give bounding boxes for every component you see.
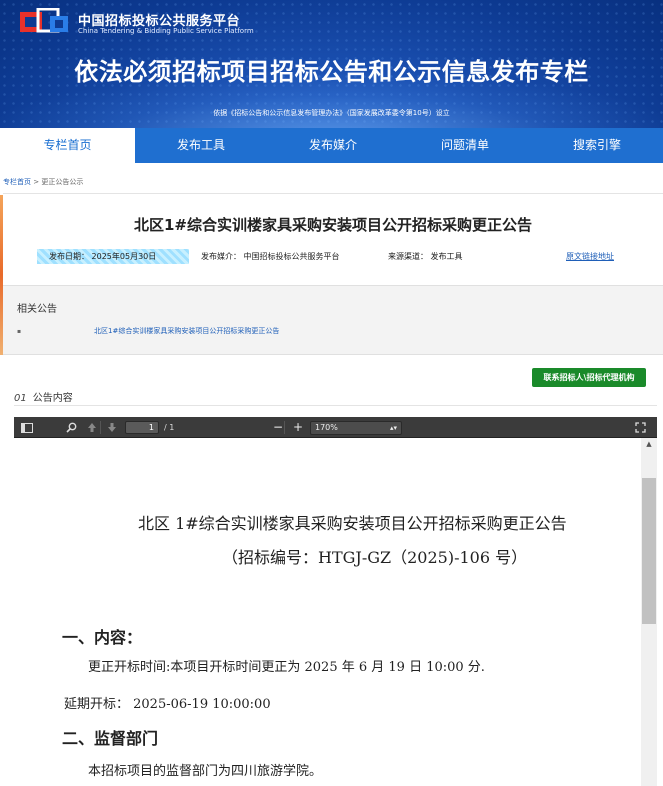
- pdf-toolbar: 1 / 1 − + 170% ▴▾: [14, 417, 657, 438]
- nav-item-publish-media[interactable]: 发布媒介: [267, 128, 399, 163]
- section-label: 公告内容: [32, 393, 73, 404]
- pdf-heading-supervision: 二、监督部门: [62, 729, 159, 748]
- nav-item-publish-tool[interactable]: 发布工具: [135, 128, 267, 163]
- zoom-out-icon[interactable]: −: [273, 417, 283, 438]
- next-page-icon[interactable]: [107, 422, 117, 433]
- notice-meta-row: 发布日期： 2025年05月30日 发布媒介： 中国招标投标公共服务平台 来源渠…: [3, 249, 663, 265]
- chevron-down-icon: ▴▾: [389, 424, 397, 432]
- pdf-line-postponed: 延期开标： 2025-06-19 10:00:00: [64, 697, 271, 712]
- fullscreen-icon[interactable]: [635, 422, 646, 433]
- page-subtitle: 依据《招标公告和公示信息发布管理办法》（国家发展改革委令第10号）设立: [213, 109, 450, 117]
- nav-item-faq[interactable]: 问题清单: [399, 128, 531, 163]
- publish-media: 发布媒介： 中国招标投标公共服务平台: [201, 252, 340, 261]
- scroll-thumb[interactable]: [642, 478, 656, 624]
- logo-en-text: China Tendering & Bidding Public Service…: [78, 27, 254, 35]
- notice-title: 北区1#综合实训楼家具采购安装项目公开招标采购更正公告: [133, 216, 532, 234]
- contact-tenderer-button[interactable]: 联系招标人\招标代理机构: [532, 368, 646, 387]
- toolbar-divider: [100, 421, 101, 434]
- related-notices: 相关公告 ▪ 北区1#综合实训楼家具采购安装项目公开招标采购更正公告: [3, 285, 663, 355]
- sidebar-toggle-icon[interactable]: [21, 423, 33, 433]
- pdf-doc-code: （招标编号：HTGJ-GZ（2025)-106 号）: [222, 548, 528, 567]
- section-number: 01: [14, 393, 27, 404]
- pdf-page: 北区 1#综合实训楼家具采购安装项目公开招标采购更正公告 （招标编号：HTGJ-…: [14, 438, 657, 786]
- section-divider: [14, 405, 657, 406]
- nav-item-search-engine[interactable]: 搜索引擎: [531, 128, 663, 163]
- page-total: / 1: [164, 423, 175, 432]
- related-bullet-icon: ▪: [17, 328, 22, 335]
- main-nav: 专栏首页 发布工具 发布媒介 问题清单 搜索引擎: [0, 128, 663, 163]
- pdf-heading-content: 一、内容：: [62, 628, 143, 647]
- related-title: 相关公告: [17, 304, 57, 315]
- zoom-select[interactable]: 170% ▴▾: [310, 421, 402, 435]
- pdf-scrollbar[interactable]: ▲: [641, 438, 657, 786]
- zoom-in-icon[interactable]: +: [293, 417, 303, 438]
- page-title: 依法必须招标项目招标公告和公示信息发布专栏: [74, 58, 589, 86]
- pdf-doc-title: 北区 1#综合实训楼家具采购安装项目公开招标采购更正公告: [138, 514, 567, 533]
- pdf-line-supervision: 本招标项目的监督部门为四川旅游学院。: [88, 764, 323, 779]
- breadcrumb: 专栏首页 > 更正公告公示: [3, 177, 83, 187]
- logo-icon: [20, 8, 68, 33]
- source-channel: 来源渠道： 发布工具: [388, 252, 463, 261]
- section-heading: 01 公告内容: [14, 389, 73, 404]
- related-notice-link[interactable]: 北区1#综合实训楼家具采购安装项目公开招标采购更正公告: [94, 326, 279, 336]
- breadcrumb-current: 更正公告公示: [41, 178, 84, 186]
- publish-date: 发布日期： 2025年05月30日: [37, 249, 189, 264]
- notice-header-card: 北区1#综合实训楼家具采购安装项目公开招标采购更正公告 发布日期： 2025年0…: [3, 193, 663, 285]
- original-link[interactable]: 原文链接地址: [566, 251, 614, 262]
- prev-page-icon[interactable]: [87, 422, 97, 433]
- pdf-line-correction: 更正开标时间:本项目开标时间更正为 2025 年 6 月 19 日 10:00 …: [88, 660, 485, 675]
- nav-item-home[interactable]: 专栏首页: [0, 128, 135, 163]
- header-banner: 中国招标投标公共服务平台 China Tendering & Bidding P…: [0, 0, 663, 128]
- toolbar-divider: [284, 421, 285, 434]
- scroll-up-icon[interactable]: ▲: [641, 440, 657, 448]
- search-icon[interactable]: [66, 422, 77, 433]
- platform-logo[interactable]: [20, 8, 70, 36]
- breadcrumb-home-link[interactable]: 专栏首页: [3, 178, 31, 186]
- page-number-input[interactable]: 1: [125, 421, 159, 434]
- breadcrumb-separator: >: [31, 178, 42, 186]
- zoom-value: 170%: [315, 423, 338, 432]
